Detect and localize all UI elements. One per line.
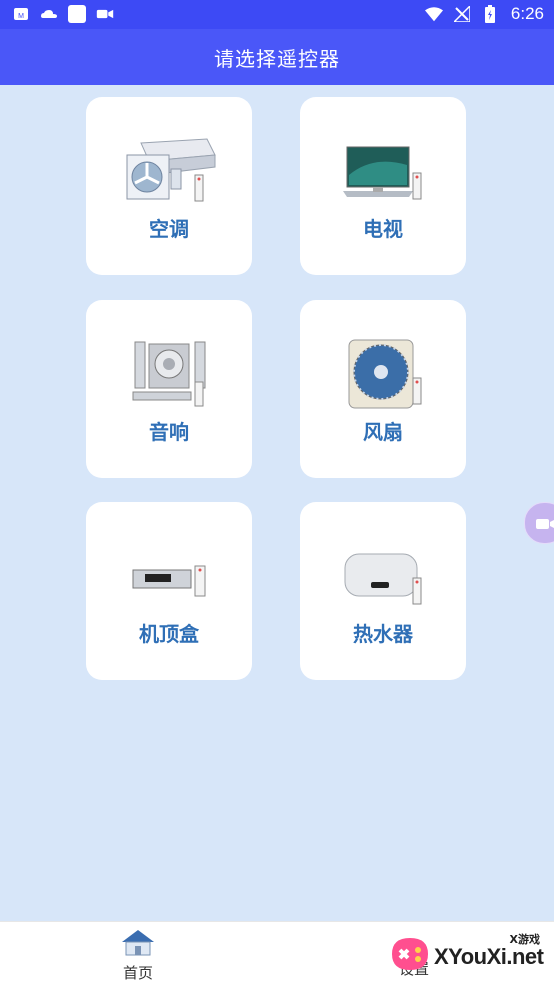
tv-icon [333,135,433,207]
fan-icon [333,338,433,410]
device-card-fan[interactable]: 风扇 [300,300,466,478]
clock: 6:26 [510,4,544,23]
device-label: 热水器 [353,622,413,646]
device-label: 机顶盒 [139,622,199,646]
video-camera-icon [535,516,554,535]
device-card-tv[interactable]: 电视 [300,97,466,275]
watermark: X游戏 XYouXi.net [384,928,552,980]
device-card-speaker[interactable]: 音响 [86,300,252,478]
no-signal-icon [453,5,471,23]
status-bar: M 6:26 [0,0,554,29]
white-square-icon [68,5,86,23]
device-label: 音响 [149,420,189,444]
air-conditioner-icon [119,135,219,207]
device-label: 风扇 [363,420,403,444]
device-card-set-top-box[interactable]: 机顶盒 [86,502,252,680]
watermark-logo-icon [392,938,428,970]
water-heater-icon [333,540,433,612]
device-card-air-conditioner[interactable]: 空调 [86,97,252,275]
cloud-icon [40,5,58,23]
device-card-water-heater[interactable]: 热水器 [300,502,466,680]
nav-home[interactable]: 首页 [78,928,198,983]
device-label: 空调 [149,217,189,241]
svg-text:M: M [18,13,24,20]
watermark-text: XYouXi.net [434,944,544,969]
app-bar: 请选择遥控器 [0,29,554,85]
battery-icon [481,5,499,23]
device-label: 电视 [363,217,403,241]
home-icon [78,928,198,960]
wifi-icon [424,5,443,23]
page-title: 请选择遥控器 [214,46,340,71]
floating-record-button[interactable] [524,502,554,544]
video-icon [96,5,114,23]
set-top-box-icon [119,540,219,612]
nav-home-label: 首页 [122,964,153,982]
app-icon: M [12,5,30,23]
speaker-icon [119,338,219,410]
